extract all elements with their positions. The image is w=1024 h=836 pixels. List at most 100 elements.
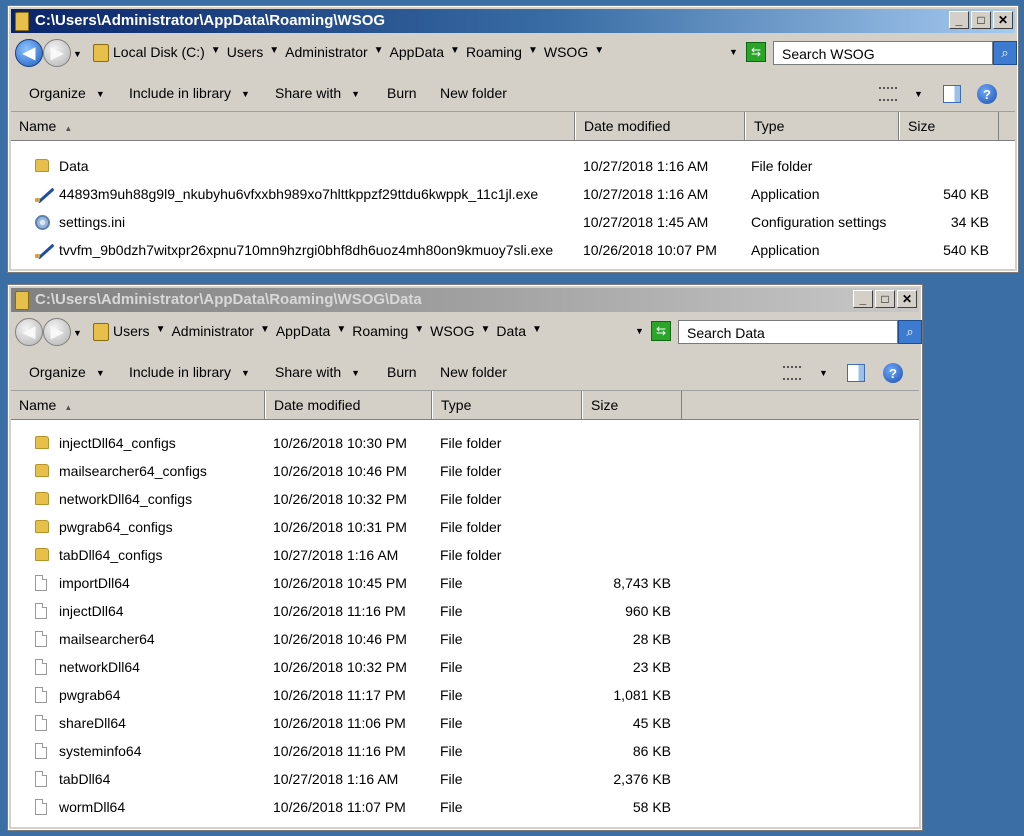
back-button[interactable]: ◀ — [15, 318, 43, 346]
minimize-button[interactable]: _ — [949, 11, 969, 29]
search-button[interactable]: ⌕ — [898, 320, 922, 344]
search-box[interactable] — [678, 320, 898, 344]
breadcrumb-segment[interactable]: Roaming — [352, 323, 408, 339]
list-item[interactable]: injectDll64 10/26/2018 11:16 PM File 960 KB — [11, 597, 919, 625]
breadcrumb-segment[interactable]: Administrator — [285, 44, 367, 60]
breadcrumb-segment[interactable]: AppData — [390, 44, 444, 60]
application-icon — [35, 186, 53, 202]
file-type: File — [440, 575, 463, 591]
include-in-library-menu[interactable]: Include in library ▼ — [129, 364, 250, 380]
list-item[interactable]: tabDll64_configs 10/27/2018 1:16 AM File f… — [11, 541, 919, 569]
list-item[interactable]: tabDll64 10/27/2018 1:16 AM File 2,376 KB — [11, 765, 919, 793]
view-options-chevron-down-icon[interactable]: ▼ — [914, 89, 923, 99]
breadcrumb-chevron-down-icon[interactable]: ▼ — [450, 45, 460, 61]
search-button[interactable]: ⌕ — [993, 41, 1017, 65]
breadcrumb-segment[interactable]: Administrator — [171, 323, 253, 339]
title-bar[interactable]: C:\Users\Administrator\AppData\Roaming\W… — [11, 288, 919, 312]
list-item[interactable]: systeminfo64 10/26/2018 11:16 PM File 86 KB — [11, 737, 919, 765]
breadcrumb-segment[interactable]: Data — [496, 323, 526, 339]
breadcrumb-chevron-down-icon[interactable]: ▼ — [336, 324, 346, 340]
list-item[interactable]: mailsearcher64_configs 10/26/2018 10:46 P… — [11, 457, 919, 485]
refresh-button[interactable]: ⇆ — [651, 321, 671, 341]
column-header-date[interactable]: Date modified — [575, 112, 745, 140]
breadcrumb-chevron-down-icon[interactable]: ▼ — [260, 324, 270, 340]
list-item[interactable]: shareDll64 10/26/2018 11:06 PM File 45 KB — [11, 709, 919, 737]
column-header-name[interactable]: Name ▲ — [11, 112, 575, 140]
breadcrumb-chevron-down-icon[interactable]: ▼ — [528, 45, 538, 61]
column-header-size[interactable]: Size — [899, 112, 999, 140]
breadcrumb-segment[interactable]: Users — [227, 44, 264, 60]
recent-pages-chevron-down-icon[interactable]: ▼ — [73, 328, 82, 338]
help-icon[interactable]: ? — [977, 84, 997, 104]
search-box[interactable] — [773, 41, 993, 65]
column-header-type[interactable]: Type — [745, 112, 899, 140]
view-options-icon[interactable] — [879, 87, 897, 101]
column-header-size[interactable]: Size — [582, 391, 682, 419]
forward-button[interactable]: ▶ — [43, 318, 71, 346]
breadcrumb-segment[interactable]: Roaming — [466, 44, 522, 60]
list-item[interactable]: 44893m9uh88g9l9_nkubyhu6vfxxbh989xo7hltt… — [11, 180, 1015, 208]
share-with-menu[interactable]: Share with ▼ — [275, 85, 360, 101]
help-icon[interactable]: ? — [883, 363, 903, 383]
breadcrumb-segment[interactable]: WSOG — [430, 323, 474, 339]
list-item[interactable]: networkDll64_configs 10/26/2018 10:32 PM F… — [11, 485, 919, 513]
search-input[interactable] — [685, 324, 889, 342]
burn-button[interactable]: Burn — [387, 85, 417, 101]
list-item[interactable]: wormDll64 10/26/2018 11:07 PM File 58 KB — [11, 793, 919, 821]
search-input[interactable] — [780, 45, 984, 63]
back-button[interactable]: ◀ — [15, 39, 43, 67]
breadcrumb-chevron-down-icon[interactable]: ▼ — [532, 324, 542, 340]
burn-button[interactable]: Burn — [387, 364, 417, 380]
new-folder-button[interactable]: New folder — [440, 364, 507, 380]
preview-pane-icon[interactable] — [943, 85, 961, 103]
list-item[interactable]: tvvfm_9b0dzh7witxpr26xpnu710mn9hzrgi0bhf… — [11, 236, 1015, 264]
folder-icon — [15, 12, 29, 31]
list-item[interactable]: Data 10/27/2018 1:16 AM File folder — [11, 152, 1015, 180]
list-item[interactable]: pwgrab64 10/26/2018 11:17 PM File 1,081 KB — [11, 681, 919, 709]
column-header-name[interactable]: Name ▲ — [11, 391, 265, 419]
breadcrumb-segment[interactable]: WSOG — [544, 44, 588, 60]
title-bar[interactable]: C:\Users\Administrator\AppData\Roaming\W… — [11, 9, 1015, 33]
minimize-button[interactable]: _ — [853, 290, 873, 308]
preview-pane-icon[interactable] — [847, 364, 865, 382]
breadcrumb-chevron-down-icon[interactable]: ▼ — [374, 45, 384, 61]
list-item[interactable]: settings.ini 10/27/2018 1:45 AM Configurat… — [11, 208, 1015, 236]
list-item[interactable]: mailsearcher64 10/26/2018 10:46 PM File 28 … — [11, 625, 919, 653]
list-item[interactable]: injectDll64_configs 10/26/2018 10:30 PM Fi… — [11, 429, 919, 457]
close-button[interactable]: ✕ — [897, 290, 917, 308]
breadcrumb-segment[interactable]: AppData — [276, 323, 330, 339]
breadcrumb-chevron-down-icon[interactable]: ▼ — [156, 324, 166, 340]
refresh-button[interactable]: ⇆ — [746, 42, 766, 62]
maximize-button[interactable]: □ — [875, 290, 895, 308]
share-with-menu[interactable]: Share with ▼ — [275, 364, 360, 380]
close-button[interactable]: ✕ — [993, 11, 1013, 29]
list-item[interactable]: networkDll64 10/26/2018 10:32 PM File 23 KB — [11, 653, 919, 681]
date-modified: 10/26/2018 10:46 PM — [273, 631, 407, 647]
maximize-button[interactable]: □ — [971, 11, 991, 29]
forward-button[interactable]: ▶ — [43, 39, 71, 67]
breadcrumb-segment[interactable]: Local Disk (C:) — [113, 44, 205, 60]
organize-menu[interactable]: Organize ▼ — [29, 85, 105, 101]
address-bar[interactable]: Local Disk (C:) ▼ Users ▼ Administrator ▼ AppD… — [85, 41, 745, 65]
file-name: systeminfo64 — [59, 743, 142, 759]
recent-pages-chevron-down-icon[interactable]: ▼ — [73, 49, 82, 59]
breadcrumb-segment[interactable]: Users — [113, 323, 150, 339]
address-bar[interactable]: Users ▼ Administrator ▼ AppData ▼ Roaming ▼ WSOG… — [85, 320, 651, 344]
date-modified: 10/26/2018 10:07 PM — [583, 242, 717, 258]
column-header-date[interactable]: Date modified — [265, 391, 432, 419]
new-folder-button[interactable]: New folder — [440, 85, 507, 101]
list-item[interactable]: importDll64 10/26/2018 10:45 PM File 8,743 … — [11, 569, 919, 597]
address-history-chevron-down-icon[interactable]: ▼ — [635, 326, 644, 336]
view-options-chevron-down-icon[interactable]: ▼ — [819, 368, 828, 378]
breadcrumb-chevron-down-icon[interactable]: ▼ — [594, 45, 604, 61]
breadcrumb-chevron-down-icon[interactable]: ▼ — [481, 324, 491, 340]
organize-menu[interactable]: Organize ▼ — [29, 364, 105, 380]
include-in-library-menu[interactable]: Include in library ▼ — [129, 85, 250, 101]
breadcrumb-chevron-down-icon[interactable]: ▼ — [269, 45, 279, 61]
view-options-icon[interactable] — [783, 366, 801, 380]
address-history-chevron-down-icon[interactable]: ▼ — [729, 47, 738, 57]
list-item[interactable]: pwgrab64_configs 10/26/2018 10:31 PM File … — [11, 513, 919, 541]
breadcrumb-chevron-down-icon[interactable]: ▼ — [414, 324, 424, 340]
breadcrumb-chevron-down-icon[interactable]: ▼ — [211, 45, 221, 61]
column-header-type[interactable]: Type — [432, 391, 582, 419]
